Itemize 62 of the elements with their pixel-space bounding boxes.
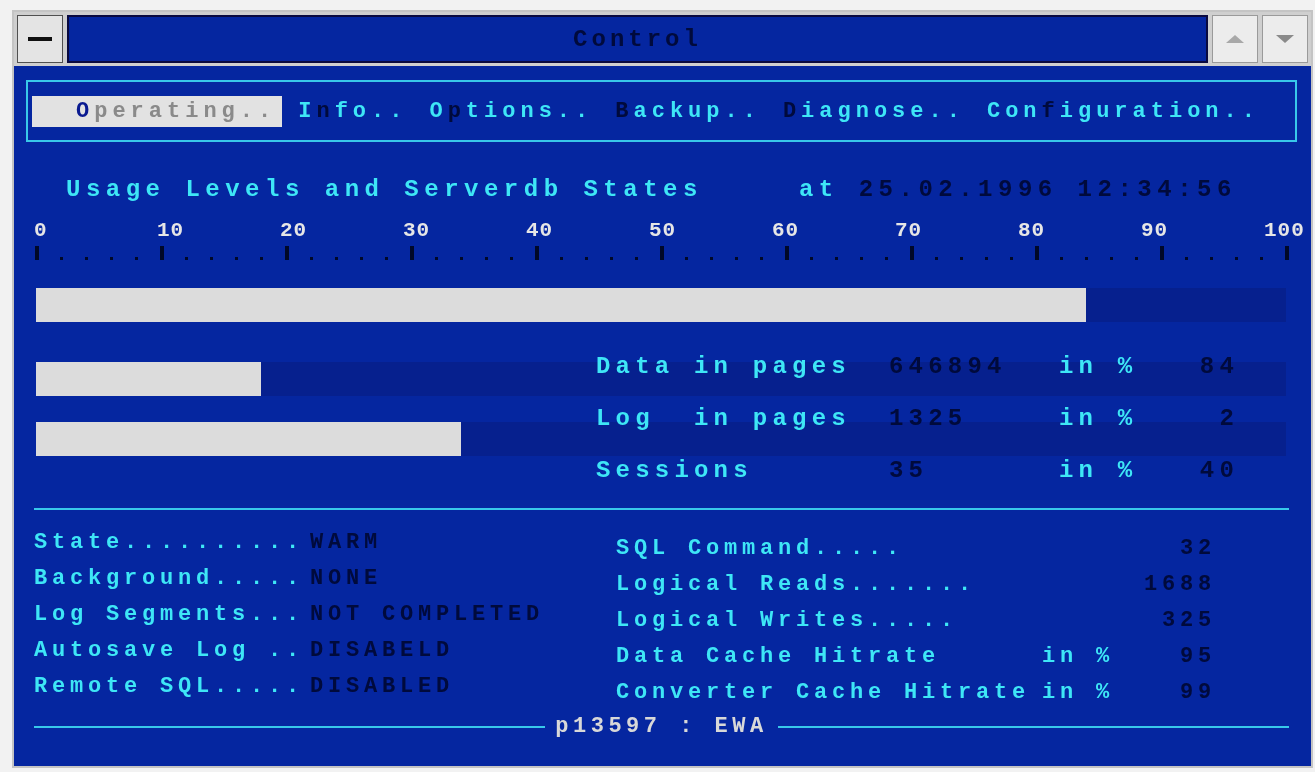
- counter-label: SQL Command.....: [616, 536, 906, 563]
- system-menu-button[interactable]: [17, 15, 63, 63]
- counter-label: Converter Cache Hitrate: [616, 680, 1032, 707]
- stat-value: 35: [889, 456, 930, 484]
- state-label: Background.....: [34, 566, 306, 593]
- counter-value: 95: [1179, 644, 1216, 671]
- up-triangle-icon: [1226, 35, 1244, 43]
- stat-value: 646894: [889, 352, 1008, 380]
- heading-title: Usage Levels and Serverdb States: [66, 176, 703, 203]
- stat-percent: 84: [1198, 352, 1239, 380]
- stat-label: Sessions: [596, 456, 754, 484]
- unit-label: in %: [1059, 352, 1139, 380]
- menu-item[interactable]: O p tions..: [423, 95, 600, 127]
- window-title: Control: [67, 15, 1208, 63]
- state-label: Remote SQL.....: [34, 674, 306, 701]
- counter-value: 32: [1179, 536, 1216, 563]
- minimize-button[interactable]: [1262, 15, 1308, 63]
- counter-value: 325: [1161, 608, 1216, 635]
- state-value: NONE: [310, 566, 383, 593]
- unit-label: in %: [1059, 456, 1139, 484]
- menu-item[interactable]: I n fo..: [292, 95, 414, 127]
- scale-label: 20: [280, 219, 309, 242]
- server-name: p13597 : EWA: [555, 714, 768, 739]
- maximize-button[interactable]: [1212, 15, 1258, 63]
- scale-label: 0: [34, 219, 49, 242]
- state-label: Log Segments...: [34, 602, 306, 629]
- scale-label: 30: [403, 219, 432, 242]
- state-value: NOT COMPLETED: [310, 602, 546, 629]
- scale-label: 50: [649, 219, 678, 242]
- scale-label: 100: [1264, 219, 1305, 242]
- state-value: DISABLED: [310, 674, 456, 701]
- stat-label: Data in pages: [596, 352, 852, 380]
- stat-label: Log in pages: [596, 404, 852, 432]
- scale-label: 90: [1141, 219, 1170, 242]
- state-label: State..........: [34, 530, 306, 557]
- menu-item[interactable]: Con f iguration..: [980, 95, 1266, 127]
- at-label: at: [798, 176, 839, 203]
- scale-label: 60: [772, 219, 801, 242]
- scale-label: 70: [895, 219, 924, 242]
- state-label: Autosave Log ..: [34, 638, 306, 665]
- scale-label: 40: [526, 219, 555, 242]
- dash-icon: [28, 37, 52, 41]
- timestamp: 25.02.1996 12:34:56: [858, 176, 1237, 203]
- counter-value: 99: [1179, 680, 1216, 707]
- stat-percent: 40: [1198, 456, 1239, 484]
- down-triangle-icon: [1276, 35, 1294, 43]
- state-value: DISABELD: [310, 638, 456, 665]
- unit-label: in %: [1059, 404, 1139, 432]
- unit-label: in %: [1042, 680, 1115, 707]
- unit-label: in %: [1042, 644, 1115, 671]
- counter-label: Logical Writes.....: [616, 608, 960, 635]
- stat-percent: 2: [1218, 404, 1239, 432]
- counter-value: 1688: [1143, 572, 1216, 599]
- menu-item[interactable]: O perating..: [32, 95, 283, 127]
- stat-value: 1325: [889, 404, 969, 432]
- menu-item[interactable]: D iagnose..: [776, 95, 971, 127]
- counter-label: Data Cache Hitrate: [616, 644, 942, 671]
- scale-label: 10: [157, 219, 186, 242]
- menu-item[interactable]: B ackup..: [609, 95, 767, 127]
- state-value: WARM: [310, 530, 383, 557]
- counter-label: Logical Reads.......: [616, 572, 978, 599]
- scale-label: 80: [1018, 219, 1047, 242]
